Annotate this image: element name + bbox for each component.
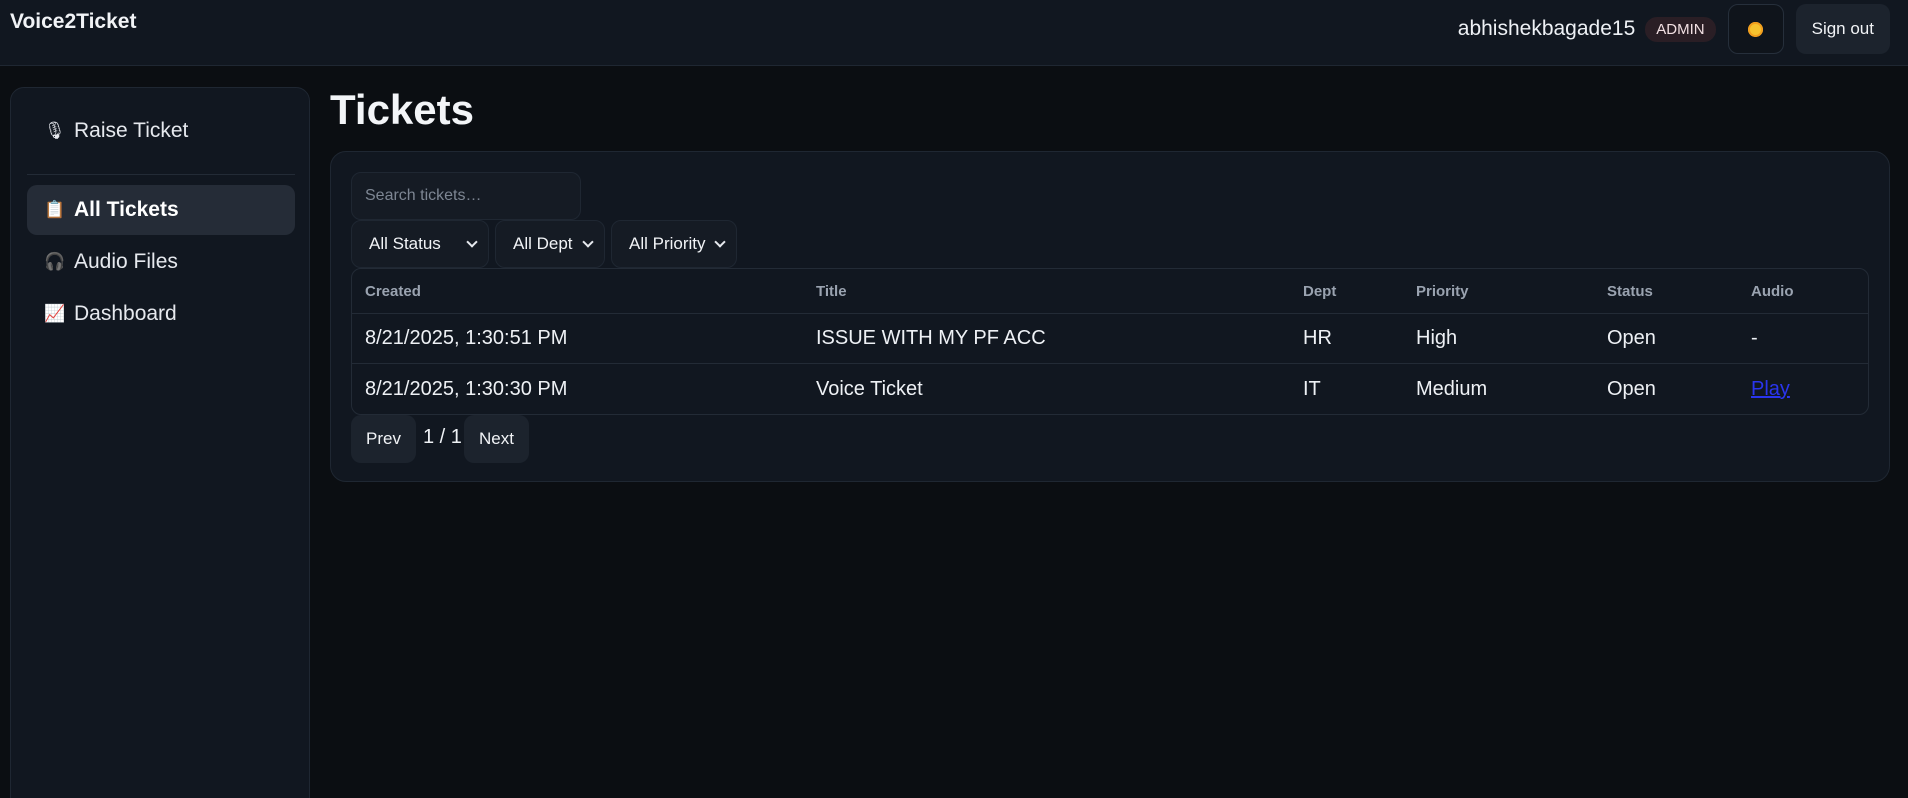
cell-dept: IT xyxy=(1303,378,1321,400)
cell-status: Open xyxy=(1607,378,1656,400)
table-row[interactable]: 8/21/2025, 1:30:51 PM ISSUE WITH MY PF A… xyxy=(352,314,1868,364)
sidebar-item-raise-ticket[interactable]: 🎙 Raise Ticket xyxy=(27,106,295,156)
cell-title: Voice Ticket xyxy=(816,378,923,400)
cell-created: 8/21/2025, 1:30:51 PM xyxy=(365,327,568,349)
sidebar-item-label: Raise Ticket xyxy=(74,119,189,142)
cell-priority: High xyxy=(1416,327,1458,349)
column-header-created[interactable]: Created xyxy=(365,283,421,300)
sign-out-button[interactable]: Sign out xyxy=(1795,4,1890,54)
table-row[interactable]: 8/21/2025, 1:30:30 PM Voice Ticket IT Me… xyxy=(352,365,1868,414)
status-filter-select[interactable]: All Status xyxy=(351,220,489,268)
priority-filter-value: All Priority xyxy=(629,234,706,253)
dept-filter-value: All Dept xyxy=(513,234,573,253)
dept-filter-select[interactable]: All Dept xyxy=(495,220,605,268)
column-header-status[interactable]: Status xyxy=(1607,283,1653,300)
column-header-priority[interactable]: Priority xyxy=(1416,283,1469,300)
cell-created: 8/21/2025, 1:30:30 PM xyxy=(365,378,568,400)
cell-audio: - xyxy=(1751,327,1758,349)
sidebar-item-all-tickets[interactable]: 📋 All Tickets xyxy=(27,185,295,235)
tickets-table: Created Title Dept Priority Status Audio… xyxy=(351,268,1869,415)
microphone-icon: 🎙 xyxy=(44,121,66,140)
priority-filter-select[interactable]: All Priority xyxy=(611,220,737,268)
status-filter-value: All Status xyxy=(369,234,441,253)
sidebar-divider xyxy=(27,174,295,175)
sidebar-item-label: Dashboard xyxy=(74,302,177,325)
chevron-down-icon xyxy=(466,236,478,248)
chevron-down-icon xyxy=(582,236,594,248)
column-header-dept[interactable]: Dept xyxy=(1303,283,1336,300)
role-badge: ADMIN xyxy=(1645,16,1716,42)
cell-title: ISSUE WITH MY PF ACC xyxy=(816,327,1046,349)
tickets-card: All Status All Dept All Priority Created… xyxy=(330,151,1890,482)
app-title: Voice2Ticket xyxy=(10,10,137,33)
column-header-title[interactable]: Title xyxy=(816,283,847,300)
user-area: abhishekbagade15 ADMIN Sign out xyxy=(1458,4,1890,54)
prev-page-button[interactable]: Prev xyxy=(351,415,416,463)
table-header: Created Title Dept Priority Status Audio xyxy=(352,269,1868,314)
chevron-down-icon xyxy=(714,236,726,248)
sidebar-item-dashboard[interactable]: 📈 Dashboard xyxy=(27,289,295,339)
page-indicator: 1 / 1 xyxy=(423,426,462,448)
next-page-button[interactable]: Next xyxy=(464,415,529,463)
page-title: Tickets xyxy=(330,86,474,133)
sidebar-item-label: Audio Files xyxy=(74,250,178,273)
cell-audio: Play xyxy=(1751,378,1790,401)
play-audio-link[interactable]: Play xyxy=(1751,378,1790,400)
sidebar-item-audio-files[interactable]: 🎧 Audio Files xyxy=(27,237,295,287)
column-header-audio[interactable]: Audio xyxy=(1751,283,1794,300)
sun-icon xyxy=(1748,21,1764,37)
cell-status: Open xyxy=(1607,327,1656,349)
headphones-icon: 🎧 xyxy=(44,252,66,271)
chart-increasing-icon: 📈 xyxy=(44,304,66,323)
cell-priority: Medium xyxy=(1416,378,1488,400)
sidebar-item-label: All Tickets xyxy=(74,198,179,221)
top-bar: Voice2Ticket abhishekbagade15 ADMIN Sign… xyxy=(0,0,1908,66)
clipboard-icon: 📋 xyxy=(44,200,66,219)
username: abhishekbagade15 xyxy=(1457,17,1636,40)
search-input[interactable] xyxy=(351,172,581,220)
theme-toggle-button[interactable] xyxy=(1727,4,1784,54)
cell-dept: HR xyxy=(1303,327,1332,349)
sidebar: 🎙 Raise Ticket 📋 All Tickets 🎧 Audio Fil… xyxy=(10,87,310,798)
